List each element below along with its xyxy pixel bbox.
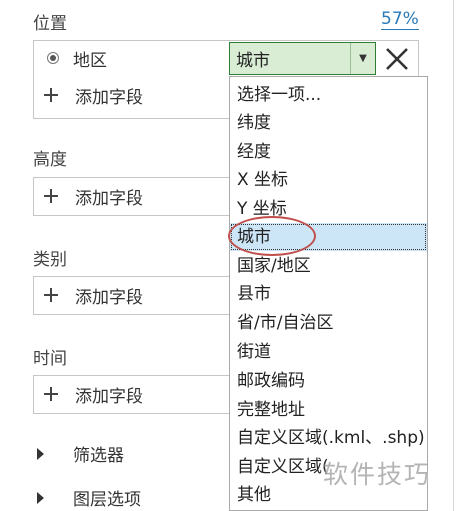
dropdown-option-selected[interactable]: 城市 bbox=[230, 223, 427, 251]
location-add-field-label: 添加字段 bbox=[75, 87, 143, 108]
time-add-field-button[interactable]: 添加字段 bbox=[34, 379, 143, 409]
height-add-field-button[interactable]: 添加字段 bbox=[34, 181, 143, 211]
location-percent-link[interactable]: 57% bbox=[381, 9, 419, 30]
category-add-field-button[interactable]: 添加字段 bbox=[34, 280, 143, 310]
chevron-down-icon[interactable]: ▼ bbox=[350, 43, 375, 74]
plus-icon bbox=[44, 189, 58, 203]
plus-icon bbox=[44, 288, 58, 302]
plus-icon bbox=[44, 387, 58, 401]
layer-options-label: 图层选项 bbox=[73, 490, 141, 510]
category-section-title: 类别 bbox=[33, 250, 67, 270]
triangle-right-icon bbox=[37, 447, 44, 460]
dropdown-option[interactable]: 省/市/自治区 bbox=[230, 309, 427, 337]
layer-options-expander[interactable]: 图层选项 bbox=[33, 485, 141, 510]
geo-type-combobox[interactable]: 城市 ▼ bbox=[229, 42, 376, 75]
height-add-field-label: 添加字段 bbox=[75, 188, 143, 209]
radio-selected-icon[interactable] bbox=[47, 52, 59, 64]
filters-expander[interactable]: 筛选器 bbox=[33, 441, 124, 466]
height-section-title: 高度 bbox=[33, 150, 67, 170]
dropdown-option[interactable]: 国家/地区 bbox=[230, 252, 427, 280]
dropdown-option[interactable]: 自定义区域(.kml、.shp) bbox=[230, 424, 427, 452]
dropdown-option[interactable]: 纬度 bbox=[230, 109, 427, 137]
location-field-row[interactable]: 地区 bbox=[34, 43, 107, 73]
dropdown-option[interactable]: 自定义区域( bbox=[230, 453, 427, 481]
dropdown-option[interactable]: X 坐标 bbox=[230, 166, 427, 194]
dropdown-option[interactable]: 其他 bbox=[230, 481, 427, 509]
dropdown-option[interactable]: 经度 bbox=[230, 138, 427, 166]
geo-type-combobox-value: 城市 bbox=[236, 51, 270, 71]
pane-right-border bbox=[453, 0, 454, 511]
time-add-field-label: 添加字段 bbox=[75, 386, 143, 407]
location-field-label: 地区 bbox=[73, 50, 107, 71]
dropdown-option[interactable]: Y 坐标 bbox=[230, 195, 427, 223]
geo-type-dropdown-list: 选择一项... 纬度 经度 X 坐标 Y 坐标 城市 国家/地区 县市 省/市/… bbox=[229, 76, 428, 511]
dropdown-option[interactable]: 选择一项... bbox=[230, 81, 427, 109]
location-section-title: 位置 bbox=[33, 14, 67, 34]
filters-label: 筛选器 bbox=[73, 446, 124, 466]
remove-field-button[interactable] bbox=[377, 42, 417, 75]
location-add-field-button[interactable]: 添加字段 bbox=[34, 80, 143, 110]
time-section-title: 时间 bbox=[33, 349, 67, 369]
category-add-field-label: 添加字段 bbox=[75, 287, 143, 308]
dropdown-option[interactable]: 邮政编码 bbox=[230, 367, 427, 395]
layer-pane: 位置 57% 地区 添加字段 城市 ▼ 高度 添加字段 类别 添加字段 时间 添… bbox=[0, 0, 457, 511]
close-icon bbox=[386, 47, 408, 70]
dropdown-option[interactable]: 县市 bbox=[230, 280, 427, 308]
triangle-right-icon bbox=[37, 491, 44, 504]
dropdown-option[interactable]: 街道 bbox=[230, 338, 427, 366]
dropdown-option[interactable]: 完整地址 bbox=[230, 396, 427, 424]
plus-icon bbox=[44, 88, 58, 102]
